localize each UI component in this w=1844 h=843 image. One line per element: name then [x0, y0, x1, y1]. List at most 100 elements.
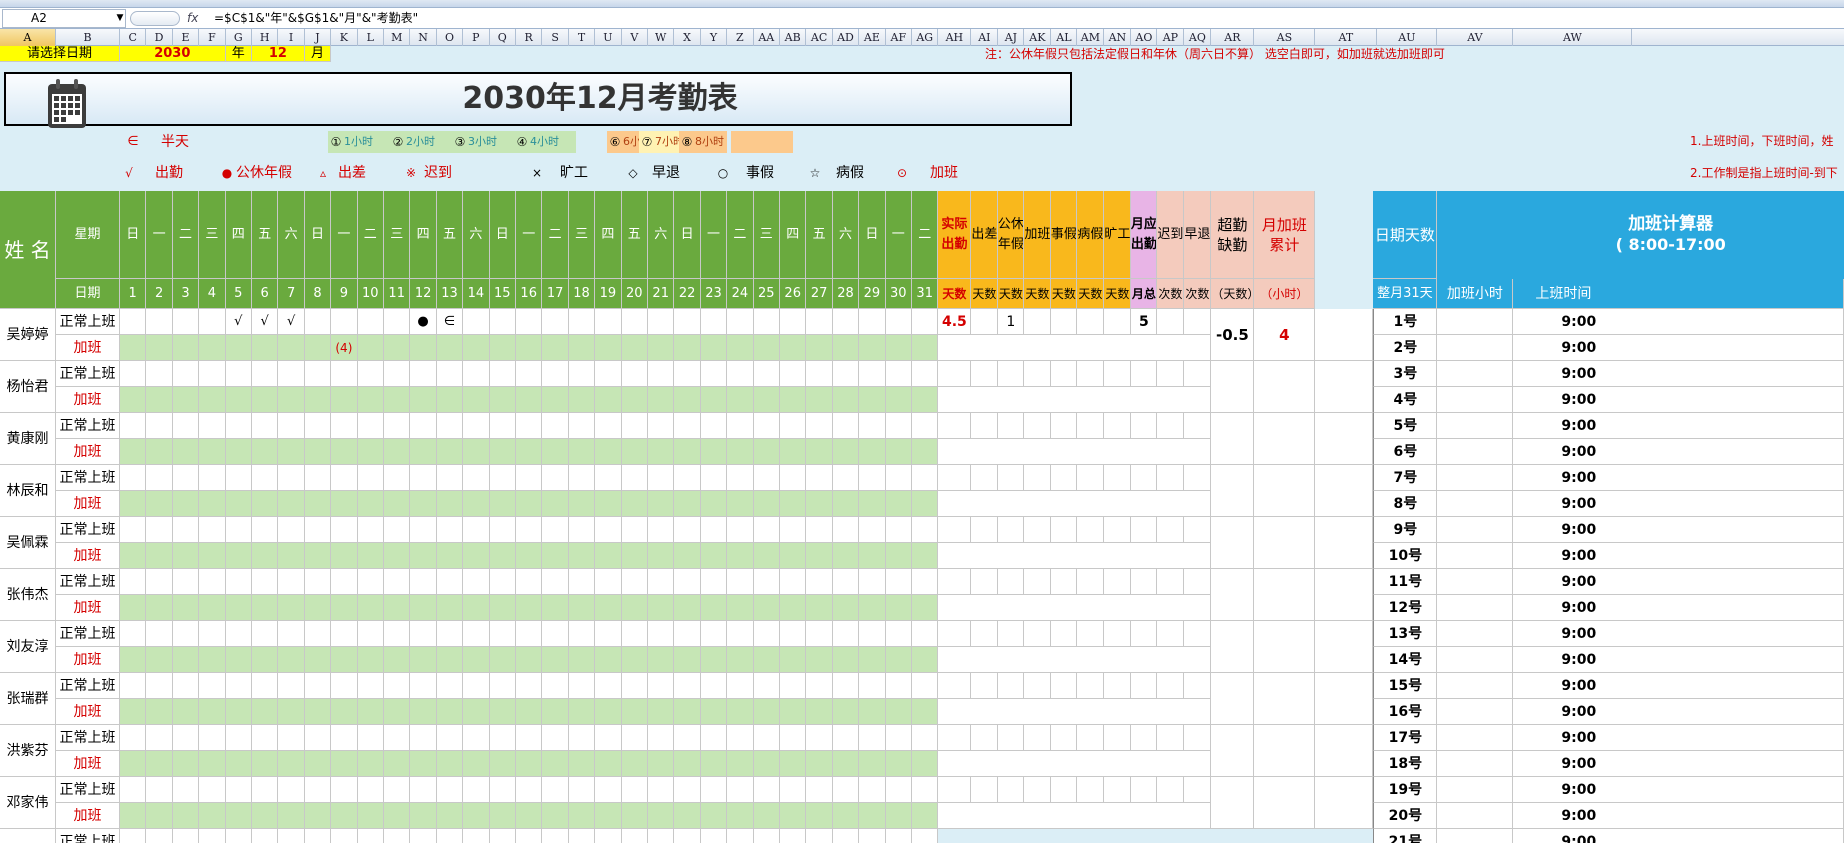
overtime-cell[interactable]: [436, 335, 464, 361]
attendance-cell[interactable]: [146, 309, 173, 335]
overtime-cell[interactable]: [568, 751, 596, 777]
overtime-hours-cell[interactable]: [1437, 335, 1514, 361]
overtime-hours-cell[interactable]: [1437, 517, 1514, 543]
overtime-cell[interactable]: [225, 335, 252, 361]
overtime-cell[interactable]: [172, 439, 200, 465]
attendance-cell[interactable]: [410, 413, 437, 439]
attendance-cell[interactable]: [700, 621, 728, 647]
attendance-cell[interactable]: [674, 361, 701, 387]
column-header-aq[interactable]: AQ: [1184, 29, 1212, 46]
attendance-cell[interactable]: [436, 621, 464, 647]
attendance-cell[interactable]: [384, 829, 411, 843]
attendance-cell[interactable]: [516, 725, 543, 751]
attendance-cell[interactable]: [780, 309, 807, 335]
overtime-cell[interactable]: [331, 595, 358, 621]
overtime-cell[interactable]: [410, 803, 437, 829]
overtime-cell[interactable]: [120, 335, 147, 361]
overtime-cell[interactable]: [806, 439, 833, 465]
attendance-cell[interactable]: [172, 829, 200, 843]
attendance-cell[interactable]: [516, 517, 543, 543]
attendance-cell[interactable]: [331, 569, 358, 595]
column-header-j[interactable]: J: [305, 29, 332, 46]
attendance-cell[interactable]: [436, 517, 464, 543]
attendance-cell[interactable]: [727, 777, 754, 803]
attendance-cell[interactable]: [384, 517, 411, 543]
attendance-cell[interactable]: [542, 777, 569, 803]
attendance-cell[interactable]: [648, 465, 675, 491]
attendance-cell[interactable]: [516, 569, 543, 595]
attendance-cell[interactable]: [595, 309, 622, 335]
attendance-cell[interactable]: [727, 673, 754, 699]
attendance-cell[interactable]: [568, 829, 596, 843]
overtime-cell[interactable]: [146, 699, 173, 725]
attendance-cell[interactable]: [489, 777, 516, 803]
attendance-cell[interactable]: [304, 517, 332, 543]
overtime-cell[interactable]: [648, 335, 675, 361]
overtime-cell[interactable]: [859, 647, 886, 673]
overtime-cell[interactable]: [304, 491, 332, 517]
overtime-cell[interactable]: [753, 335, 780, 361]
attendance-cell[interactable]: [278, 621, 305, 647]
attendance-cell[interactable]: [199, 777, 226, 803]
attendance-cell[interactable]: [199, 621, 226, 647]
overtime-cell[interactable]: [172, 387, 200, 413]
attendance-cell[interactable]: [120, 569, 147, 595]
overtime-cell[interactable]: [278, 491, 305, 517]
attendance-cell[interactable]: [912, 725, 939, 751]
attendance-cell[interactable]: [516, 777, 543, 803]
attendance-cell[interactable]: [357, 829, 384, 843]
attendance-cell[interactable]: [463, 673, 490, 699]
attendance-cell[interactable]: [252, 673, 279, 699]
column-header-d[interactable]: D: [146, 29, 173, 46]
overtime-cell[interactable]: [516, 751, 543, 777]
start-time-cell[interactable]: 9:00: [1513, 413, 1844, 439]
column-header-ai[interactable]: AI: [971, 29, 999, 46]
attendance-cell[interactable]: [146, 621, 173, 647]
overtime-cell[interactable]: [885, 543, 912, 569]
overtime-cell[interactable]: [700, 335, 728, 361]
attendance-cell[interactable]: [780, 725, 807, 751]
overtime-hours-cell[interactable]: [1437, 673, 1514, 699]
attendance-cell[interactable]: [331, 309, 358, 335]
overtime-cell[interactable]: [304, 803, 332, 829]
column-header-b[interactable]: B: [56, 29, 120, 46]
overtime-cell[interactable]: [753, 803, 780, 829]
attendance-cell[interactable]: [199, 725, 226, 751]
attendance-cell[interactable]: [595, 465, 622, 491]
overtime-cell[interactable]: [331, 699, 358, 725]
overtime-cell[interactable]: [120, 751, 147, 777]
overtime-cell[interactable]: [278, 335, 305, 361]
attendance-cell[interactable]: [410, 777, 437, 803]
overtime-cell[interactable]: [199, 491, 226, 517]
attendance-cell[interactable]: [199, 413, 226, 439]
attendance-cell[interactable]: [384, 465, 411, 491]
overtime-cell[interactable]: [674, 699, 701, 725]
attendance-cell[interactable]: [912, 673, 939, 699]
attendance-cell[interactable]: [859, 569, 886, 595]
attendance-cell[interactable]: [595, 829, 622, 843]
column-header-af[interactable]: AF: [886, 29, 912, 46]
attendance-cell[interactable]: [172, 413, 200, 439]
attendance-cell[interactable]: [225, 517, 252, 543]
overtime-cell[interactable]: [648, 491, 675, 517]
attendance-cell[interactable]: [384, 777, 411, 803]
overtime-hours-cell[interactable]: [1437, 725, 1514, 751]
overtime-cell[interactable]: [146, 595, 173, 621]
attendance-cell[interactable]: [331, 361, 358, 387]
attendance-cell[interactable]: [700, 673, 728, 699]
attendance-cell[interactable]: [674, 465, 701, 491]
attendance-cell[interactable]: [304, 413, 332, 439]
attendance-cell[interactable]: [146, 413, 173, 439]
attendance-cell[interactable]: [806, 309, 833, 335]
attendance-cell[interactable]: [885, 413, 912, 439]
overtime-hours-cell[interactable]: [1437, 647, 1514, 673]
overtime-cell[interactable]: [700, 647, 728, 673]
attendance-cell[interactable]: [859, 309, 886, 335]
attendance-cell[interactable]: [410, 569, 437, 595]
overtime-cell[interactable]: [780, 647, 807, 673]
attendance-cell[interactable]: [489, 413, 516, 439]
overtime-cell[interactable]: [753, 439, 780, 465]
overtime-cell[interactable]: [410, 335, 437, 361]
attendance-cell[interactable]: [146, 725, 173, 751]
attendance-cell[interactable]: [357, 465, 384, 491]
